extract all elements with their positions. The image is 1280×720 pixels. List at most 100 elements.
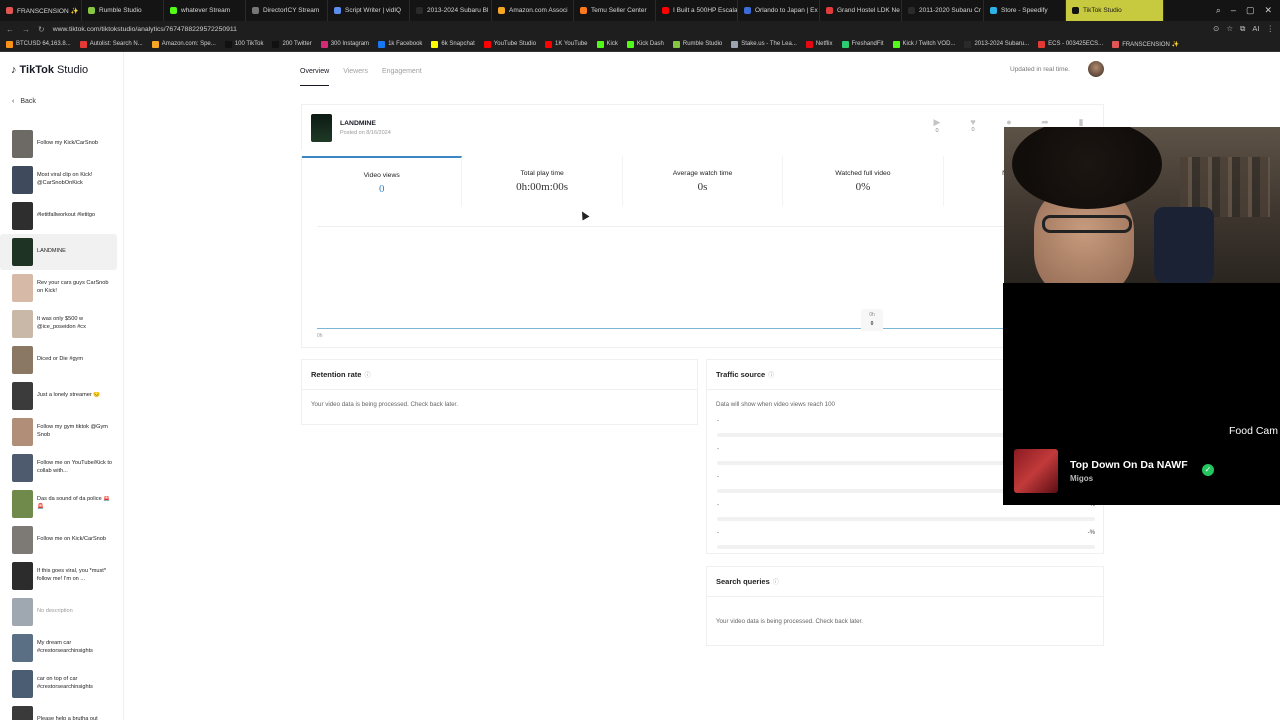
search-tabs-icon[interactable]: ⌕: [1216, 5, 1221, 16]
back-nav-icon[interactable]: ←: [6, 25, 14, 34]
bookmark-item[interactable]: Stake.us - The Lea...: [731, 40, 797, 48]
bookmark-item[interactable]: Rumble Studio: [672, 40, 722, 48]
bookmark-label: Netflix: [815, 41, 833, 47]
browser-tab[interactable]: TikTok Studio: [1066, 0, 1164, 21]
tiktok-studio-logo[interactable]: ♪ TikTok Studio: [11, 64, 88, 76]
browser-tab[interactable]: I Built a 500HP Escala: [656, 0, 738, 21]
bookmark-item[interactable]: FRANSCENSION ✨: [1112, 40, 1179, 48]
video-list-item[interactable]: Diced or Die #gym: [0, 342, 117, 378]
video-list-item[interactable]: Follow me on Kick/CarSnob: [0, 522, 117, 558]
tab-overview[interactable]: Overview: [300, 68, 330, 86]
browser-tab[interactable]: Orlando to Japan | Ex: [738, 0, 820, 21]
video-list-item[interactable]: #letitfallworkout #letitgo: [0, 198, 117, 234]
bookmark-label: 300 Instagram: [330, 41, 370, 47]
bookmark-item[interactable]: BTCUSD 64,163.8...: [6, 40, 71, 48]
tab-viewers[interactable]: Viewers: [343, 68, 368, 86]
bookmark-favicon-icon: [596, 40, 604, 48]
favicon-icon: [416, 7, 423, 14]
bookmark-item[interactable]: Kick / Twitch VOD...: [892, 40, 955, 48]
video-list-item[interactable]: LANDMINE: [0, 234, 117, 270]
video-list-item[interactable]: Follow me on YouTube/Kick to collab with…: [0, 450, 117, 486]
menu-icon[interactable]: ⋮: [1267, 24, 1275, 34]
metric-label: Total play time: [520, 170, 564, 177]
bookmark-item[interactable]: Kick: [596, 40, 618, 48]
bookmark-item[interactable]: Kick Dash: [626, 40, 664, 48]
bookmark-item[interactable]: YouTube Studio: [483, 40, 536, 48]
bookmark-item[interactable]: 200 Twitter: [272, 40, 312, 48]
bookmark-item[interactable]: 300 Instagram: [320, 40, 370, 48]
bookmark-favicon-icon: [841, 40, 849, 48]
bookmark-item[interactable]: 2013-2024 Subaru...: [964, 40, 1029, 48]
chart-tooltip: 0h 0: [861, 309, 883, 331]
video-thumbnail: [12, 418, 33, 446]
video-list-item[interactable]: Just a lonely streamer 😔: [0, 378, 117, 414]
video-list-item[interactable]: Please help a brutha out: [0, 702, 117, 720]
now-playing: Top Down On Da NAWF Migos: [1014, 449, 1188, 493]
video-title: My dream car #crestorsearchinsights: [37, 640, 93, 654]
video-list-item[interactable]: Most viral clip on Kick! @CarSnobOnKick: [0, 162, 117, 198]
video-list-item[interactable]: Follow my gym tiktok @Gym Snob: [0, 414, 117, 450]
video-thumbnail: [12, 202, 33, 230]
browser-tab[interactable]: FRANSCENSION ✨: [0, 0, 82, 21]
tab-label: DirectorICY Stream: [263, 7, 320, 14]
bookmark-item[interactable]: 1k Facebook: [378, 40, 422, 48]
browser-tab[interactable]: Grand Hostel LDK Ne: [820, 0, 902, 21]
info-icon[interactable]: ⓘ: [364, 370, 370, 379]
metric-tabs: Video views 0 Total play time 0h:00m:00s Ave…: [301, 156, 1105, 206]
album-art: [1014, 449, 1058, 493]
metric-tab[interactable]: Video views 0: [302, 156, 463, 206]
video-list-item[interactable]: Rev your cars guys CarSnob on Kick!: [0, 270, 117, 306]
favicon-icon: [88, 7, 95, 14]
bookmark-item[interactable]: Amazon.com: Spe...: [151, 40, 216, 48]
bookmark-item[interactable]: 6k Snapchat: [431, 40, 475, 48]
reload-icon[interactable]: ↻: [38, 25, 45, 34]
back-link[interactable]: ‹ Back: [12, 98, 36, 105]
info-icon[interactable]: ⓘ: [773, 577, 779, 586]
avatar[interactable]: [1088, 61, 1104, 77]
bookmark-item[interactable]: 1K YouTube: [545, 40, 588, 48]
video-list-item[interactable]: No description: [0, 594, 117, 630]
metric-tab[interactable]: Total play time 0h:00m:00s: [462, 156, 623, 206]
video-list-item[interactable]: If this goes viral, you *must* follow me…: [0, 558, 117, 594]
video-title: Just a lonely streamer 😔: [37, 392, 101, 399]
browser-tab[interactable]: Temu Seller Center: [574, 0, 656, 21]
browser-tab[interactable]: whatever Stream: [164, 0, 246, 21]
browser-tab[interactable]: 2011-2020 Subaru Cr: [902, 0, 984, 21]
browser-tab[interactable]: 2013-2024 Subaru Bl: [410, 0, 492, 21]
extensions-icon[interactable]: ⧉: [1240, 24, 1245, 34]
stat-value: 0: [935, 128, 939, 134]
browser-tab[interactable]: Store - Speedify: [984, 0, 1066, 21]
maximize-icon[interactable]: ▢: [1246, 5, 1255, 16]
video-list-item[interactable]: Follow my Kick/CarSnob: [0, 126, 117, 162]
url-input[interactable]: www.tiktok.com/tiktokstudio/analytics/76…: [53, 26, 237, 33]
browser-tab[interactable]: DirectorICY Stream: [246, 0, 328, 21]
minimize-icon[interactable]: –: [1231, 5, 1236, 16]
video-title: Please help a brutha out: [37, 716, 98, 720]
bookmark-star-icon[interactable]: ☆: [1226, 24, 1233, 34]
bookmark-item[interactable]: ECS - 003425ECS...: [1038, 40, 1103, 48]
browser-tab[interactable]: Amazon.com Associ: [492, 0, 574, 21]
bookmark-label: FRANSCENSION ✨: [1122, 41, 1179, 48]
favicon-icon: [334, 7, 341, 14]
metric-tab[interactable]: Average watch time 0s: [623, 156, 784, 206]
video-thumbnail[interactable]: [311, 114, 332, 142]
browser-tab[interactable]: Rumble Studio: [82, 0, 164, 21]
video-list-item[interactable]: It was only $500 w @ice_poseidon #cx: [0, 306, 117, 342]
bookmark-item[interactable]: FreshandFit: [841, 40, 884, 48]
zoom-icon[interactable]: ⊙: [1213, 24, 1219, 34]
forward-nav-icon[interactable]: →: [22, 25, 30, 34]
video-list-item[interactable]: My dream car #crestorsearchinsights: [0, 630, 117, 666]
bookmark-item[interactable]: 100 TikTok: [224, 40, 263, 48]
ai-button[interactable]: AI: [1252, 24, 1259, 34]
bookmark-favicon-icon: [483, 40, 491, 48]
browser-tab[interactable]: Script Writer | vidIQ: [328, 0, 410, 21]
bookmark-item[interactable]: Autolist: Search N...: [79, 40, 143, 48]
close-window-icon[interactable]: ✕: [1264, 5, 1272, 16]
info-icon[interactable]: ⓘ: [768, 370, 774, 379]
tab-engagement[interactable]: Engagement: [382, 68, 422, 86]
video-title: Follow me on Kick/CarSnob: [37, 536, 107, 543]
video-list-item[interactable]: car on top of car #crestorsearchinsights: [0, 666, 117, 702]
metric-tab[interactable]: Watched full video 0%: [783, 156, 944, 206]
bookmark-item[interactable]: Netflix: [805, 40, 833, 48]
video-list-item[interactable]: Das da sound of da police 🚨🚨: [0, 486, 117, 522]
